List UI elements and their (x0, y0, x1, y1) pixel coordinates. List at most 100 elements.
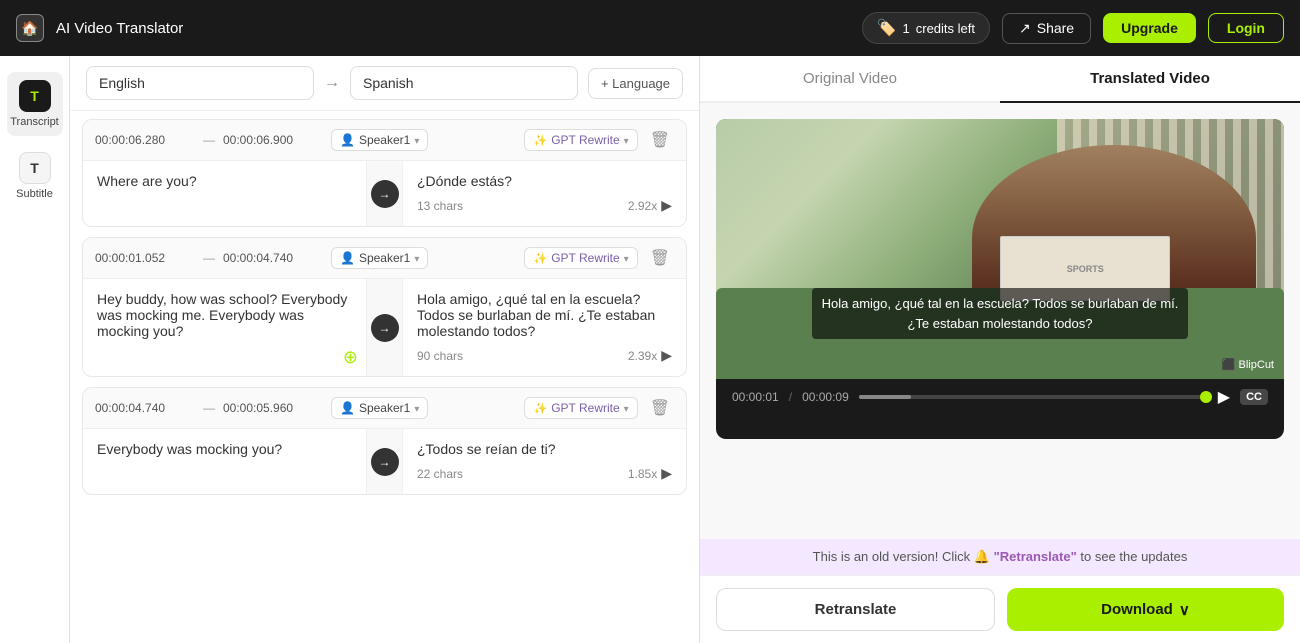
upgrade-button[interactable]: Upgrade (1103, 13, 1196, 43)
segment-1-arrow-btn[interactable]: → (371, 180, 399, 208)
segment-header-3: 00:00:04.740 — 00:00:05.960 👤 Speaker1 ✨… (83, 388, 686, 429)
speaker-chevron-3 (414, 401, 419, 415)
video-player[interactable]: SPORTS Hola amigo, ¿qué tal en la escuel… (716, 119, 1284, 439)
speaker-select-2[interactable]: 👤 Speaker1 (331, 247, 428, 269)
segment-body-1: Where are you? → ¿Dónde estás? 13 chars … (83, 161, 686, 226)
segment-3-play-button[interactable]: ▶ (661, 465, 672, 482)
segment-card-3: 00:00:04.740 — 00:00:05.960 👤 Speaker1 ✨… (82, 387, 687, 495)
sidebar-item-subtitle[interactable]: T Subtitle (7, 144, 63, 208)
main-layout: T Transcript T Subtitle → + Language 00:… (0, 56, 1300, 643)
navbar: 🏠 AI Video Translator 🏷️ 1 credits left … (0, 0, 1300, 56)
delete-segment-button-2[interactable]: 🗑 (646, 246, 674, 270)
action-bar: Retranslate Download ∨ (700, 575, 1300, 643)
gpt-rewrite-button-2[interactable]: ✨ GPT Rewrite (524, 247, 637, 269)
credits-count: 1 (903, 21, 910, 36)
tab-original-video[interactable]: Original Video (700, 56, 1000, 103)
cc-button[interactable]: CC (1240, 389, 1268, 405)
segment-3-meta: 22 chars 1.85x ▶ (417, 465, 672, 482)
update-banner: This is an old version! Click 🔔 "Retrans… (700, 539, 1300, 575)
subtitle-icon: T (19, 152, 51, 184)
segment-2-end-time[interactable]: 00:00:04.740 (223, 251, 323, 265)
segment-2-play-button[interactable]: ▶ (661, 347, 672, 364)
time-dash-2: — (203, 251, 215, 265)
segment-body-3: Everybody was mocking you? → ¿Todos se r… (83, 429, 686, 494)
segment-2-meta: 90 chars 2.39x ▶ (417, 347, 672, 364)
delete-segment-button-3[interactable]: 🗑 (646, 396, 674, 420)
segment-2-plus-icon[interactable]: ⊕ (343, 347, 358, 368)
sidebar-item-transcript[interactable]: T Transcript (7, 72, 63, 136)
share-icon: ↗ (1019, 20, 1031, 37)
segment-3-arrow-btn[interactable]: → (371, 448, 399, 476)
speaker-select-3[interactable]: 👤 Speaker1 (331, 397, 428, 419)
retranslate-link-text[interactable]: "Retranslate" (994, 549, 1077, 564)
video-progress-bar[interactable] (859, 395, 1208, 399)
segment-1-source-text[interactable]: Where are you? (83, 161, 367, 226)
gpt-rewrite-button-3[interactable]: ✨ GPT Rewrite (524, 397, 637, 419)
segment-3-start-time[interactable]: 00:00:04.740 (95, 401, 195, 415)
tab-translated-video[interactable]: Translated Video (1000, 56, 1300, 103)
language-bar: → + Language (70, 56, 699, 111)
download-label: Download (1101, 601, 1173, 618)
gpt-icon-3: ✨ (533, 402, 547, 415)
download-chevron-icon: ∨ (1179, 601, 1190, 619)
lang-arrow-icon: → (324, 74, 340, 92)
bell-icon: 🔔 (974, 549, 994, 564)
segment-3-source-text[interactable]: Everybody was mocking you? (83, 429, 367, 494)
credits-emoji: 🏷️ (877, 18, 897, 38)
center-panel: → + Language 00:00:06.280 — 00:00:06.900… (70, 56, 700, 643)
sidebar-label-subtitle: Subtitle (16, 188, 53, 200)
video-area: SPORTS Hola amigo, ¿qué tal en la escuel… (700, 103, 1300, 539)
segment-card-1: 00:00:06.280 — 00:00:06.900 👤 Speaker1 ✨… (82, 119, 687, 227)
speaker-chevron-1 (414, 133, 419, 147)
source-language-input[interactable] (86, 66, 314, 100)
video-time-total: 00:00:09 (802, 390, 849, 404)
share-label: Share (1037, 20, 1074, 36)
app-title: AI Video Translator (56, 20, 183, 37)
video-play-button[interactable]: ▶ (1218, 387, 1230, 407)
segment-1-play-button[interactable]: ▶ (661, 197, 672, 214)
blipcut-icon: ⬛ (1222, 358, 1236, 371)
segment-card-2: 00:00:01.052 — 00:00:04.740 👤 Speaker1 ✨… (82, 237, 687, 377)
gpt-chevron-3 (624, 401, 629, 415)
segment-3-end-time[interactable]: 00:00:05.960 (223, 401, 323, 415)
segment-3-apply-arrow: → (367, 429, 403, 494)
gpt-rewrite-button-1[interactable]: ✨ GPT Rewrite (524, 129, 637, 151)
segment-3-target-text[interactable]: ¿Todos se reían de ti? (417, 441, 672, 457)
right-panel: Original Video Translated Video (700, 56, 1300, 643)
retranslate-button[interactable]: Retranslate (716, 588, 995, 631)
delete-segment-button-1[interactable]: 🗑 (646, 128, 674, 152)
segment-2-arrow-btn[interactable]: → (371, 314, 399, 342)
share-button[interactable]: ↗ Share (1002, 13, 1091, 44)
login-button[interactable]: Login (1208, 13, 1284, 43)
segment-2-target-text[interactable]: Hola amigo, ¿qué tal en la escuela? Todo… (417, 291, 672, 339)
segment-1-start-time[interactable]: 00:00:06.280 (95, 133, 195, 147)
segment-header-1: 00:00:06.280 — 00:00:06.900 👤 Speaker1 ✨… (83, 120, 686, 161)
gpt-chevron-1 (624, 133, 629, 147)
update-banner-text: This is an old version! Click (813, 549, 971, 564)
segment-2-speed: 2.39x (628, 349, 657, 363)
gpt-icon-1: ✨ (533, 134, 547, 147)
target-language-input[interactable] (350, 66, 578, 100)
sidebar: T Transcript T Subtitle (0, 56, 70, 643)
segment-2-start-time[interactable]: 00:00:01.052 (95, 251, 195, 265)
video-controls: 00:00:01 / 00:00:09 ▶ CC (716, 379, 1284, 415)
speaker-icon-3: 👤 (340, 401, 355, 415)
download-button[interactable]: Download ∨ (1007, 588, 1284, 631)
time-dash-1: — (203, 133, 215, 147)
add-language-button[interactable]: + Language (588, 68, 683, 99)
subtitle-overlay: Hola amigo, ¿qué tal en la escuela? Todo… (716, 288, 1284, 339)
progress-scrubber[interactable] (1200, 391, 1212, 403)
segment-header-2: 00:00:01.052 — 00:00:04.740 👤 Speaker1 ✨… (83, 238, 686, 279)
gpt-label-2: GPT Rewrite (551, 251, 619, 265)
segment-2-source-text[interactable]: Hey buddy, how was school? Everybody was… (83, 279, 367, 376)
segment-1-end-time[interactable]: 00:00:06.900 (223, 133, 323, 147)
segment-body-2: Hey buddy, how was school? Everybody was… (83, 279, 686, 376)
segments-list: 00:00:06.280 — 00:00:06.900 👤 Speaker1 ✨… (70, 111, 699, 643)
speaker-select-1[interactable]: 👤 Speaker1 (331, 129, 428, 151)
segment-3-chars: 22 chars (417, 467, 463, 481)
segment-1-target-text[interactable]: ¿Dónde estás? (417, 173, 672, 189)
speaker-label-3: Speaker1 (359, 401, 410, 415)
blipcut-watermark: ⬛ BlipCut (1222, 358, 1274, 371)
video-frame: SPORTS Hola amigo, ¿qué tal en la escuel… (716, 119, 1284, 379)
segment-3-target: ¿Todos se reían de ti? 22 chars 1.85x ▶ (403, 429, 686, 494)
